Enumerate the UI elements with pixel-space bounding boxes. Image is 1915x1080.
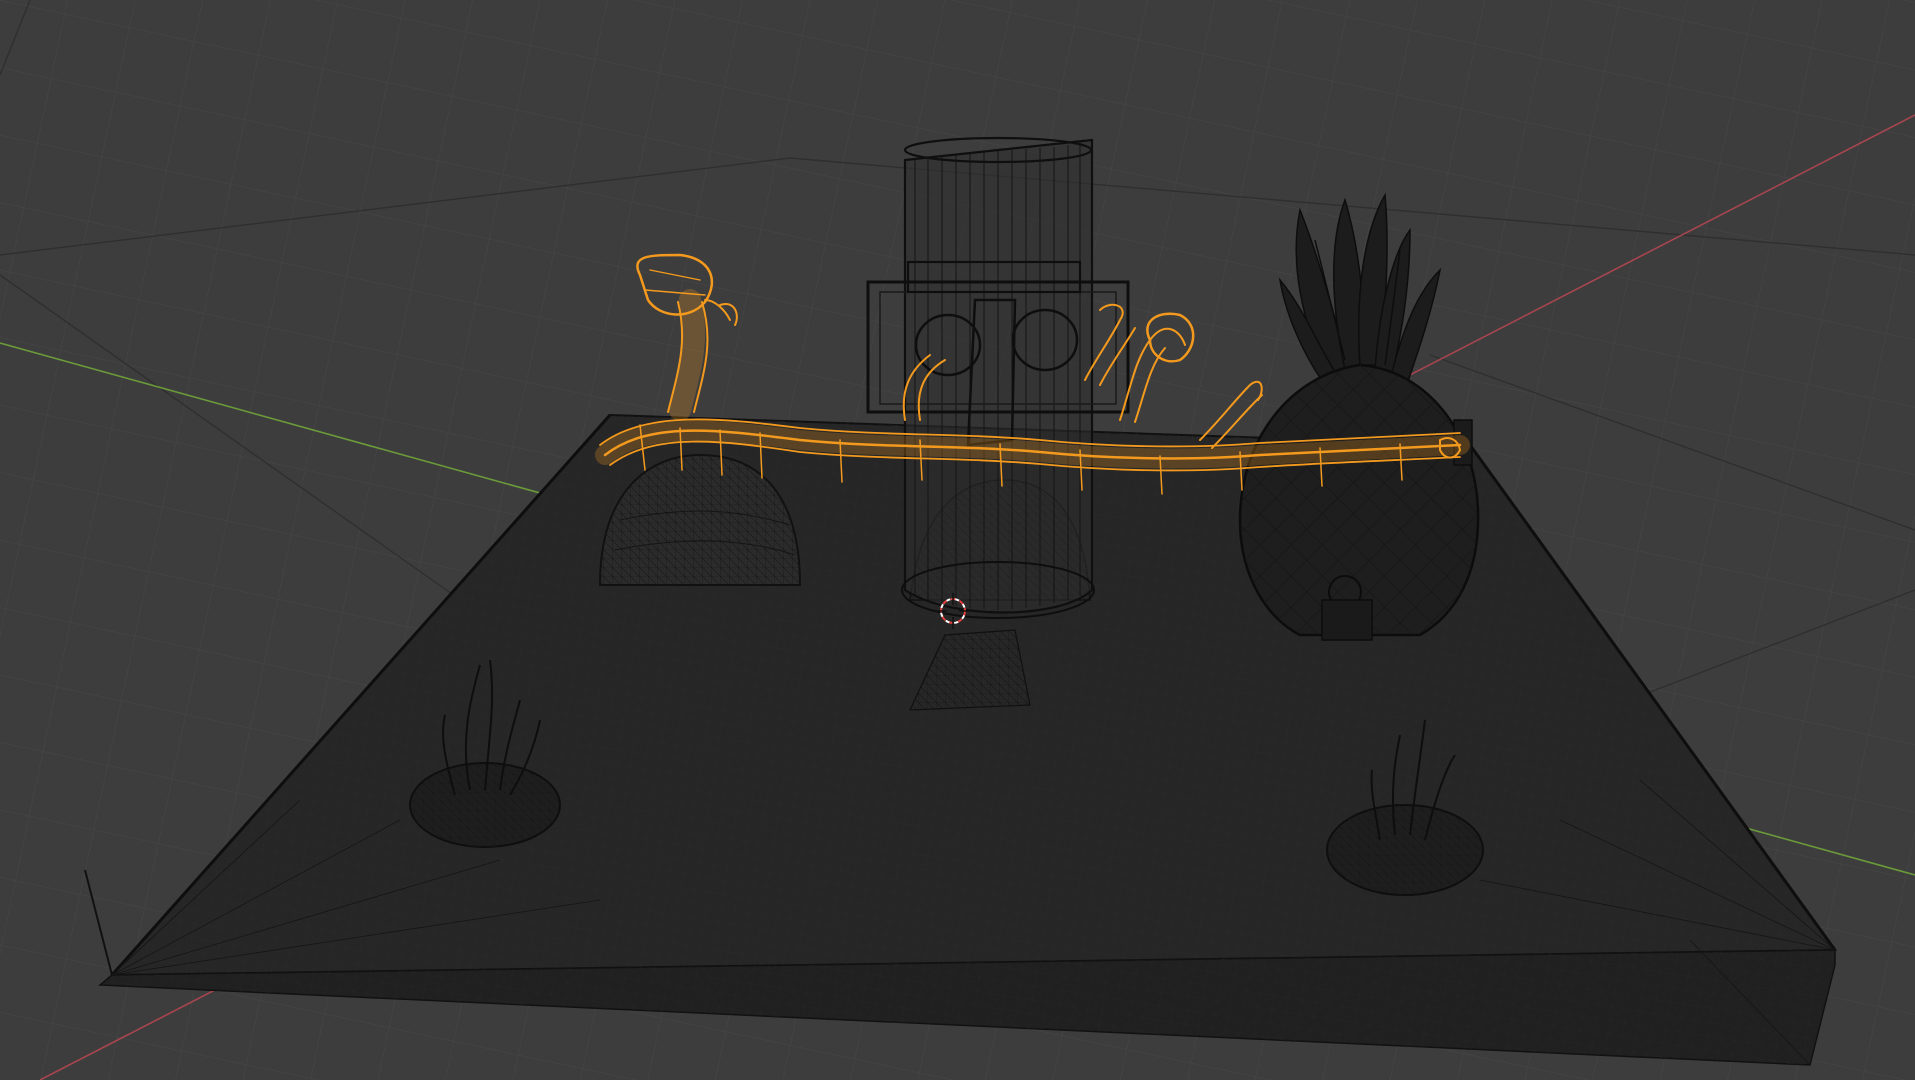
tiki-head-house[interactable] (866, 136, 1130, 619)
3d-viewport[interactable] (0, 0, 1915, 1080)
